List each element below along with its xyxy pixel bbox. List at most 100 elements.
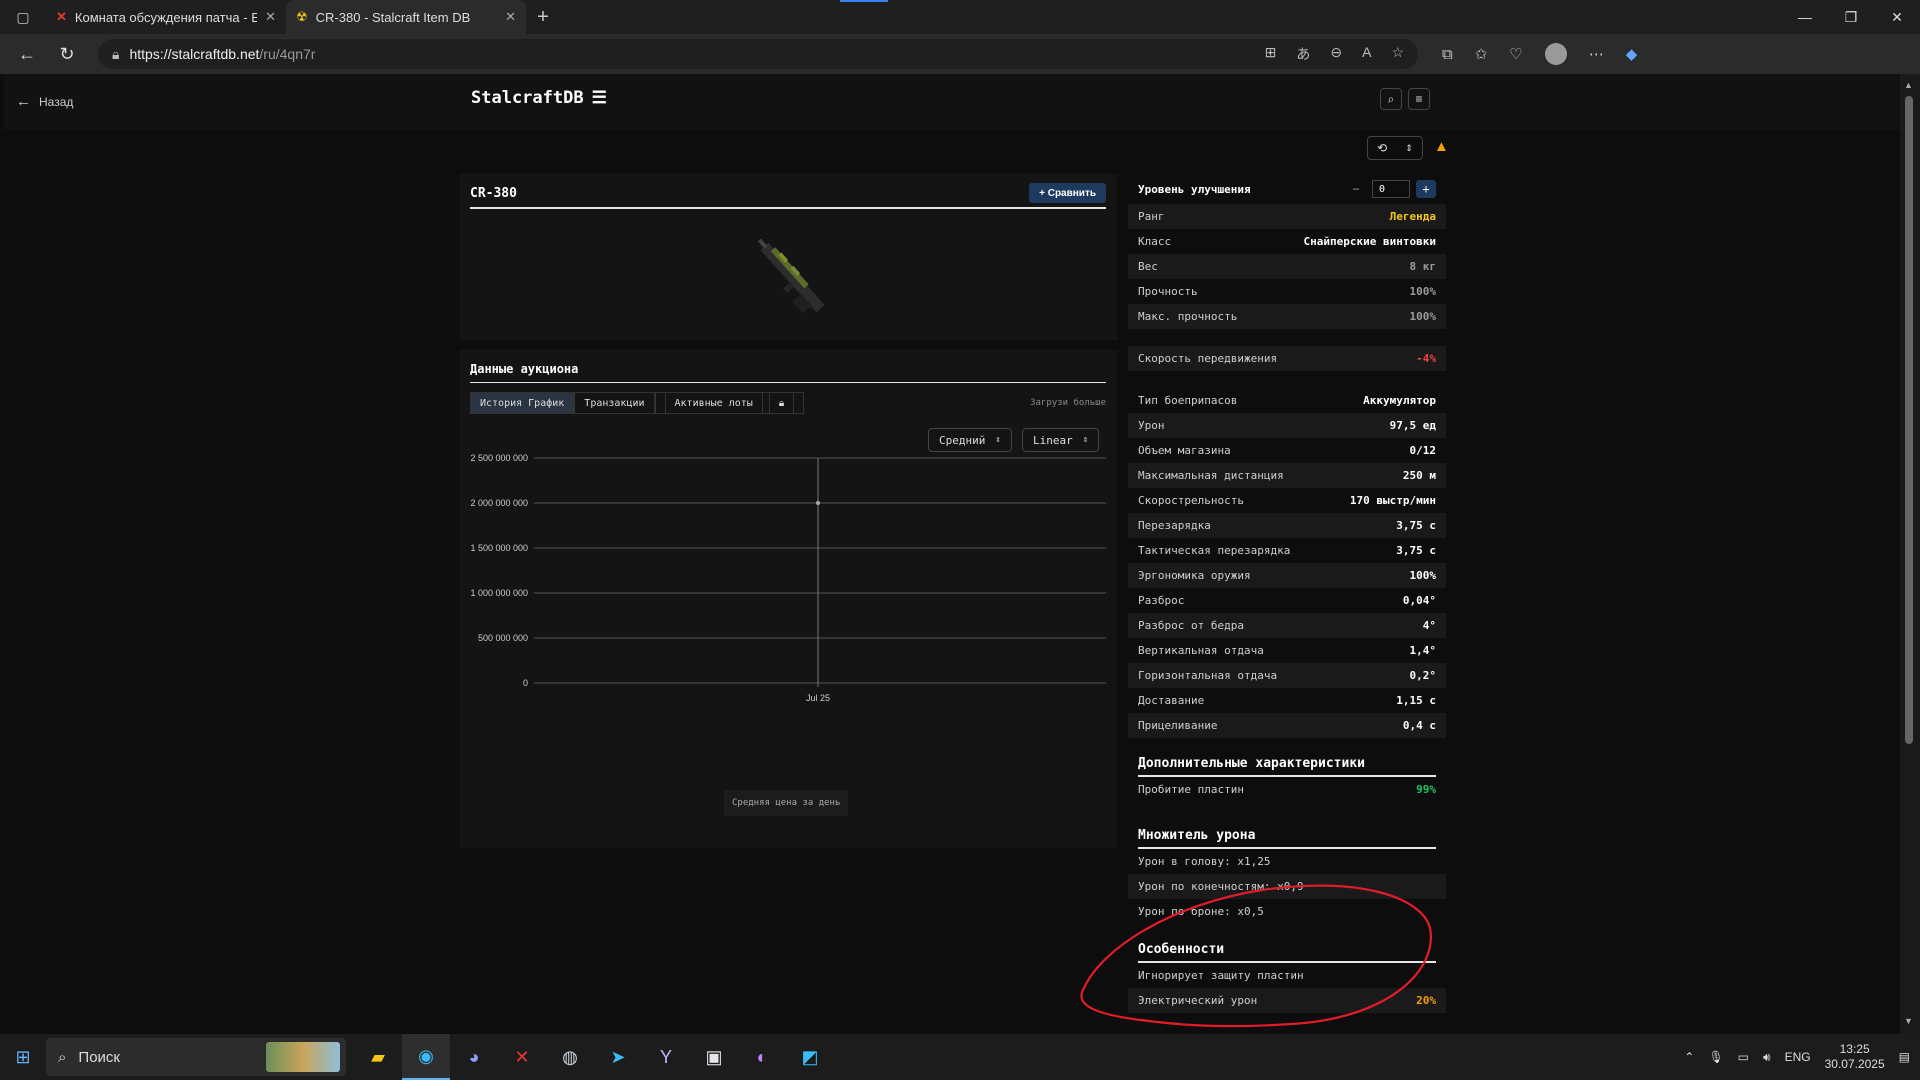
stat-value: 3,75 с [1396,544,1436,557]
copilot-icon[interactable]: ◆ [1626,45,1638,63]
translate-icon[interactable]: あ [1296,44,1310,64]
file-explorer-icon[interactable]: ▰ [354,1034,402,1080]
stat-row: Урон в голову: x1,25 [1128,849,1446,874]
paint-app-icon[interactable]: ◩ [786,1034,834,1080]
language-indicator[interactable]: ENG [1785,1050,1811,1064]
browser-tab-item[interactable]: ☢ CR-380 - Stalcraft Item DB ✕ [286,0,526,34]
stat-value: 250 м [1402,469,1436,482]
stat-row: Прочность 100% [1128,279,1446,304]
network-icon[interactable]: ▭ [1738,1050,1749,1064]
exbo-app-icon[interactable]: ✕ [498,1034,546,1080]
y-tick-label: 0 [523,678,528,688]
auction-divider [470,382,1106,383]
scroll-down-icon[interactable]: ▼ [1904,1016,1913,1026]
stats-group-features: Игнорирует защиту пластин Электрический у… [1128,963,1446,1013]
stat-row: Тактическая перезарядка 3,75 с [1128,538,1446,563]
page-scrollbar[interactable]: ▲ ▼ [1900,74,1920,1034]
favorite-star-icon[interactable]: ☆ [1391,44,1404,64]
taskbar-search[interactable]: ⌕ Поиск [46,1038,346,1076]
tab-actions-icon[interactable]: ▢ [0,0,46,34]
stat-row: Ранг Легенда [1128,204,1446,229]
windows-start-icon[interactable]: ⊞ [0,1034,46,1080]
stat-label: Тактическая перезарядка [1138,544,1291,557]
plus-icon[interactable]: + [1416,180,1436,198]
stat-row: Макс. прочность 100% [1128,304,1446,329]
new-tab-button[interactable]: + [526,6,560,29]
tab-transactions[interactable]: Транзакции [574,392,655,414]
upgrade-input[interactable]: 0 [1372,180,1410,198]
stat-row: Игнорирует защиту пластин [1128,963,1446,988]
search-icon[interactable]: ⌕ [1380,88,1402,110]
scale-select[interactable]: Linear ⇕ [1022,428,1100,452]
compare-button[interactable]: + Сравнить [1029,183,1106,203]
back-arrow-icon[interactable]: ← [10,39,44,69]
volume-icon[interactable]: 🔊︎ [1763,1050,1771,1065]
stat-value: 8 кг [1409,260,1437,273]
more-menu-icon[interactable]: ⋯ [1589,45,1604,63]
system-tray: ⌃ 🎙︎ ▭ 🔊︎ ENG 13:25 30.07.2025 ▤ [1684,1042,1920,1072]
stat-label: Скорострельность [1138,494,1244,507]
browser-tab-patch[interactable]: ✕ Комната обсуждения патча - EX ✕ [46,0,286,34]
stat-row: Горизонтальная отдача 0,2° [1128,663,1446,688]
stat-value: 0/12 [1409,444,1437,457]
tab-active-lots[interactable]: Активные лоты 🔒︎ [654,392,805,414]
profile-avatar[interactable] [1544,43,1567,65]
back-link[interactable]: ← Назад [16,93,73,110]
zoom-out-icon[interactable]: ⊖ [1330,44,1342,64]
stat-label: Макс. прочность [1138,310,1238,323]
microphone-icon[interactable]: 🎙︎ [1708,1050,1723,1064]
aggregation-select[interactable]: Средний ⇕ [928,428,1012,452]
favorites-icon[interactable]: ✩ [1475,45,1488,63]
radiation-icon: ☢ [296,9,308,24]
updown-icon: ⇕ [995,435,1001,445]
reload-icon[interactable]: ↻ [50,39,84,69]
stat-label: Разброс [1138,594,1185,607]
steam-icon[interactable]: ◍ [546,1034,594,1080]
stats-group-movement: Скорость передвижения -4% [1128,346,1446,371]
site-logo[interactable]: StalcraftDB ☰ [471,88,607,108]
restore-icon[interactable]: ❐ [1828,0,1874,34]
browser-health-icon[interactable]: ♡ [1509,45,1522,63]
stats-group-general: Ранг Легенда Класс Снайперские винтовки Вес 8… [1128,204,1446,329]
clock-time: 13:25 [1839,1042,1870,1056]
price-chart[interactable]: 2 500 000 000 2 000 000 000 1 500 000 000 1… [460,450,1118,790]
scroll-thumb[interactable] [1905,96,1913,744]
telegram-icon[interactable]: ➤ [594,1034,642,1080]
stat-label: Перезарядка [1138,519,1211,532]
github-icon[interactable]: ◐ [738,1034,786,1080]
stat-row: Электрический урон 20% [1128,988,1446,1013]
arrow-left-icon: ← [16,93,31,110]
stat-value: 0,04° [1402,594,1436,607]
discord-icon[interactable]: ◕ [450,1034,498,1080]
extensions-icon[interactable]: ⧉ [1442,46,1453,63]
chart-legend[interactable]: Средняя цена за день [724,790,849,816]
stat-value: 20% [1416,994,1436,1007]
apps-icon[interactable]: ⊞ [1265,44,1277,64]
data-point[interactable] [816,501,820,505]
version-history-select[interactable]: ⟲ ⇕ [1367,136,1423,160]
search-highlight-image [266,1042,340,1072]
scroll-up-icon[interactable]: ▲ [1904,80,1913,90]
close-window-icon[interactable]: ✕ [1874,0,1920,34]
yandex-browser-icon[interactable]: Y [642,1034,690,1080]
stat-label: Урон по броне: x0,5 [1138,905,1264,918]
minus-icon[interactable]: − [1346,180,1366,198]
read-aloud-icon[interactable]: A [1362,44,1371,64]
stat-label: Класс [1138,235,1172,248]
app-window-icon[interactable]: ▣ [690,1034,738,1080]
menu-icon[interactable]: ≡ [1408,88,1430,110]
warning-icon[interactable]: ▲ [1434,138,1449,155]
window-controls: — ❐ ✕ [1782,0,1920,34]
stat-label: Вертикальная отдача [1138,644,1264,657]
load-more-link[interactable]: Загрузи больше [1030,398,1106,408]
edge-browser-icon[interactable]: ◉ [402,1034,450,1080]
tab-close-icon[interactable]: ✕ [265,9,276,25]
address-bar[interactable]: 🔒︎ https://stalcraftdb.net/ru/4qn7r ⊞ あ … [98,39,1418,69]
minimize-icon[interactable]: — [1782,0,1828,34]
tab-close-icon[interactable]: ✕ [505,9,516,25]
notifications-icon[interactable]: ▤ [1899,1050,1910,1064]
tab-history-chart[interactable]: История График [470,392,575,414]
clock[interactable]: 13:25 30.07.2025 [1825,1042,1885,1072]
tab-loading-indicator [840,0,888,2]
chevron-up-icon[interactable]: ⌃ [1684,1050,1694,1064]
